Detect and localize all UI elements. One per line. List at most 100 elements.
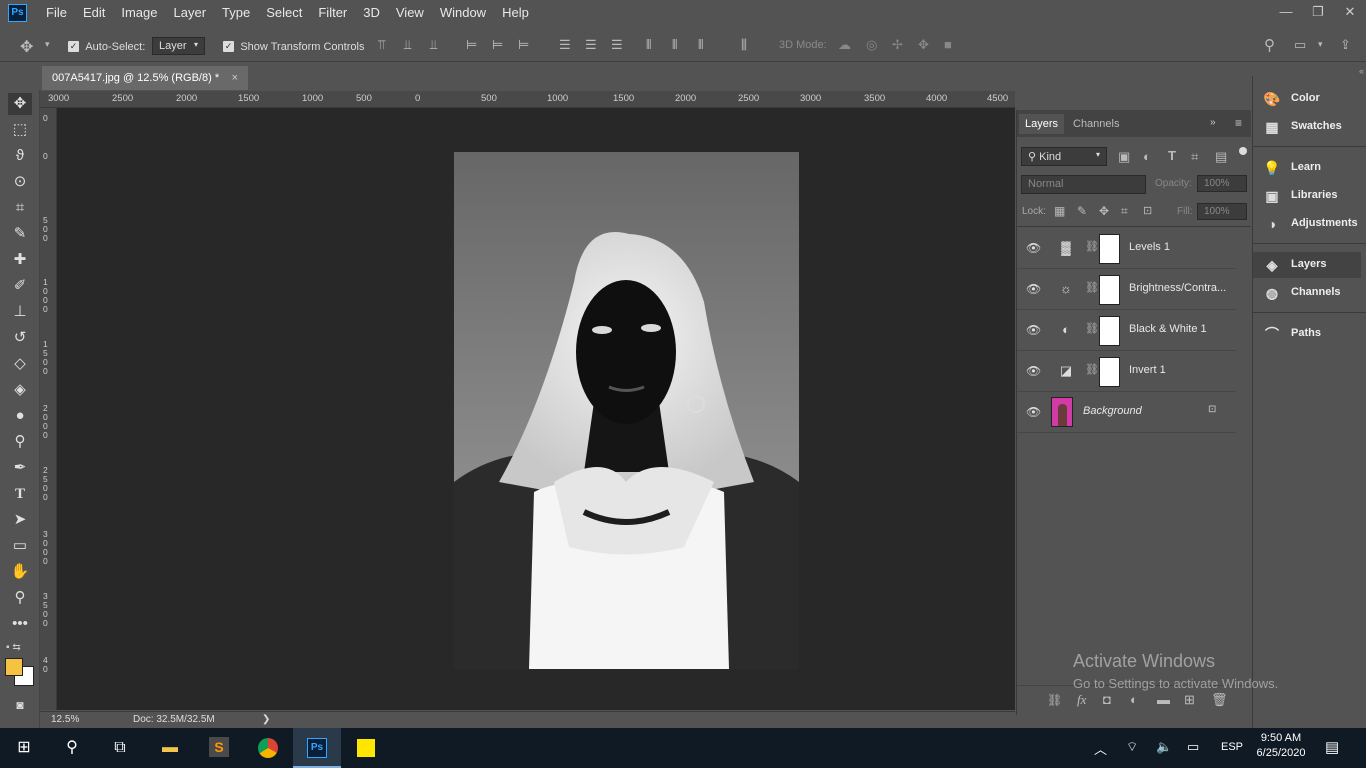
- link-chain-icon[interactable]: ⛓: [1085, 363, 1099, 376]
- auto-align-icon[interactable]: ⫼: [741, 37, 747, 53]
- zoom-level[interactable]: 12.5%: [51, 714, 79, 725]
- volume-icon[interactable]: 🔈: [1156, 739, 1172, 755]
- restore-button[interactable]: ❐: [1302, 0, 1334, 24]
- layer-name[interactable]: Levels 1: [1129, 241, 1229, 253]
- document-close-icon[interactable]: ×: [232, 66, 238, 90]
- quick-mask-icon[interactable]: ◙: [8, 694, 32, 716]
- quick-select-tool-icon[interactable]: ⊙: [8, 171, 32, 193]
- distribute-top-icon[interactable]: ☰: [559, 37, 571, 53]
- layer-mask-thumbnail[interactable]: [1099, 316, 1120, 346]
- history-brush-icon[interactable]: ↺: [8, 327, 32, 349]
- layer-mask-thumbnail[interactable]: [1099, 275, 1120, 305]
- filter-shape-icon[interactable]: ⌗: [1191, 149, 1198, 165]
- search-icon[interactable]: ⚲: [48, 728, 96, 768]
- more-tools-icon[interactable]: •••: [8, 613, 32, 635]
- hand-tool-icon[interactable]: ✋: [8, 561, 32, 583]
- align-bottom-icon[interactable]: ⫫: [430, 37, 437, 53]
- opacity-field[interactable]: 100%: [1197, 175, 1247, 192]
- dock-layers[interactable]: ◈ Layers: [1253, 252, 1361, 278]
- align-right-icon[interactable]: ⊨: [518, 37, 529, 53]
- type-tool-icon[interactable]: T: [8, 483, 32, 505]
- layer-row[interactable]: 👁 ◪ ⛓ Invert 1: [1017, 351, 1236, 392]
- move-tool-icon[interactable]: ✥: [20, 37, 33, 57]
- sublime-text-icon[interactable]: S: [195, 728, 243, 768]
- menu-file[interactable]: File: [38, 0, 75, 26]
- start-windows-icon[interactable]: ⊞: [0, 728, 48, 768]
- filter-type-icon[interactable]: T: [1168, 148, 1176, 163]
- layer-row-background[interactable]: 👁 Background ⊡: [1017, 392, 1236, 433]
- filter-toggle-icon[interactable]: [1239, 147, 1247, 155]
- marquee-tool-icon[interactable]: ⬚: [8, 119, 32, 141]
- dock-learn[interactable]: 💡 Learn: [1253, 155, 1361, 181]
- photoshop-taskbar-icon[interactable]: Ps: [293, 728, 341, 768]
- dock-channels[interactable]: ◍ Channels: [1253, 280, 1361, 306]
- clone-stamp-icon[interactable]: ⊥: [8, 301, 32, 323]
- menu-edit[interactable]: Edit: [75, 0, 113, 26]
- dodge-tool-icon[interactable]: ⚲: [8, 431, 32, 453]
- tab-channels[interactable]: Channels: [1067, 114, 1125, 134]
- layer-row[interactable]: 👁 ☼ ⛓ Brightness/Contra...: [1017, 269, 1236, 310]
- path-select-icon[interactable]: ➤: [8, 509, 32, 531]
- lasso-tool-icon[interactable]: ϑ: [8, 145, 32, 167]
- share-icon[interactable]: ⇪: [1340, 37, 1351, 53]
- distribute-right-icon[interactable]: ⫴: [698, 37, 703, 53]
- visibility-eye-icon[interactable]: 👁: [1026, 241, 1041, 255]
- workspace-icon[interactable]: ▭: [1294, 37, 1306, 53]
- distribute-left-icon[interactable]: ⫴: [646, 37, 651, 53]
- distribute-vcenter-icon[interactable]: ☰: [585, 37, 597, 53]
- layer-row[interactable]: 👁 ◐ ⛓ Black & White 1: [1017, 310, 1236, 351]
- distribute-bottom-icon[interactable]: ☰: [611, 37, 623, 53]
- workspace-chevron-icon[interactable]: ▾: [1318, 39, 1323, 50]
- trash-icon[interactable]: 🗑: [1211, 692, 1228, 708]
- eyedropper-tool-icon[interactable]: ✎: [8, 223, 32, 245]
- move-tool-icon[interactable]: ✥: [8, 93, 32, 115]
- new-group-icon[interactable]: ▬: [1157, 692, 1170, 707]
- sticky-notes-icon[interactable]: [342, 728, 390, 768]
- layer-name[interactable]: Invert 1: [1129, 364, 1229, 376]
- show-hidden-icons-chevron-icon[interactable]: ︿: [1094, 739, 1107, 758]
- menu-window[interactable]: Window: [432, 0, 494, 26]
- new-layer-icon[interactable]: ⊞: [1184, 692, 1195, 708]
- chrome-icon[interactable]: [244, 728, 292, 768]
- menu-3d[interactable]: 3D: [355, 0, 388, 26]
- link-chain-icon[interactable]: ⛓: [1085, 281, 1099, 294]
- menu-image[interactable]: Image: [113, 0, 165, 26]
- add-mask-icon[interactable]: ◘: [1103, 692, 1111, 707]
- crop-tool-icon[interactable]: ⌗: [8, 197, 32, 219]
- align-left-icon[interactable]: ⊨: [466, 37, 477, 53]
- dock-libraries[interactable]: ▣ Libraries: [1253, 183, 1361, 209]
- layer-mask-thumbnail[interactable]: [1099, 234, 1120, 264]
- align-hcenter-icon[interactable]: ⊨: [492, 37, 503, 53]
- background-thumbnail[interactable]: [1051, 397, 1073, 427]
- filter-pixel-icon[interactable]: ▣: [1118, 149, 1130, 165]
- default-colors-icon[interactable]: ▪ ⇆: [6, 642, 21, 653]
- task-view-icon[interactable]: ⧉: [96, 728, 144, 768]
- visibility-eye-icon[interactable]: 👁: [1026, 323, 1041, 337]
- 3d-slide-icon[interactable]: ✥: [918, 37, 929, 53]
- minimize-button[interactable]: —: [1270, 0, 1302, 24]
- link-chain-icon[interactable]: ⛓: [1085, 322, 1099, 335]
- search-icon[interactable]: ⚲: [1264, 36, 1275, 54]
- link-layers-icon[interactable]: ⛓: [1047, 693, 1062, 707]
- show-transform-checkbox-icon[interactable]: ✓: [223, 41, 234, 53]
- auto-select-dropdown[interactable]: Layer ▾: [152, 37, 205, 55]
- menu-view[interactable]: View: [388, 0, 432, 26]
- visibility-eye-icon[interactable]: 👁: [1026, 282, 1041, 296]
- menu-type[interactable]: Type: [214, 0, 258, 26]
- menu-filter[interactable]: Filter: [310, 0, 355, 26]
- layer-row[interactable]: 👁 ▓ ⛓ Levels 1: [1017, 228, 1236, 269]
- layer-name[interactable]: Background: [1083, 405, 1183, 417]
- fill-field[interactable]: 100%: [1197, 203, 1247, 220]
- link-chain-icon[interactable]: ⛓: [1085, 240, 1099, 253]
- visibility-eye-icon[interactable]: 👁: [1026, 405, 1041, 419]
- layer-mask-thumbnail[interactable]: [1099, 357, 1120, 387]
- panel-menu-icon[interactable]: ≡: [1235, 116, 1242, 130]
- dock-collapse-icon[interactable]: «: [1359, 66, 1364, 76]
- zoom-tool-icon[interactable]: ⚲: [8, 587, 32, 609]
- dock-swatches[interactable]: ▦ Swatches: [1253, 114, 1361, 140]
- action-center-icon[interactable]: ▤: [1325, 738, 1339, 756]
- brush-tool-icon[interactable]: ✐: [8, 275, 32, 297]
- status-menu-arrow-icon[interactable]: ❯: [262, 714, 270, 725]
- menu-help[interactable]: Help: [494, 0, 537, 26]
- menu-layer[interactable]: Layer: [166, 0, 215, 26]
